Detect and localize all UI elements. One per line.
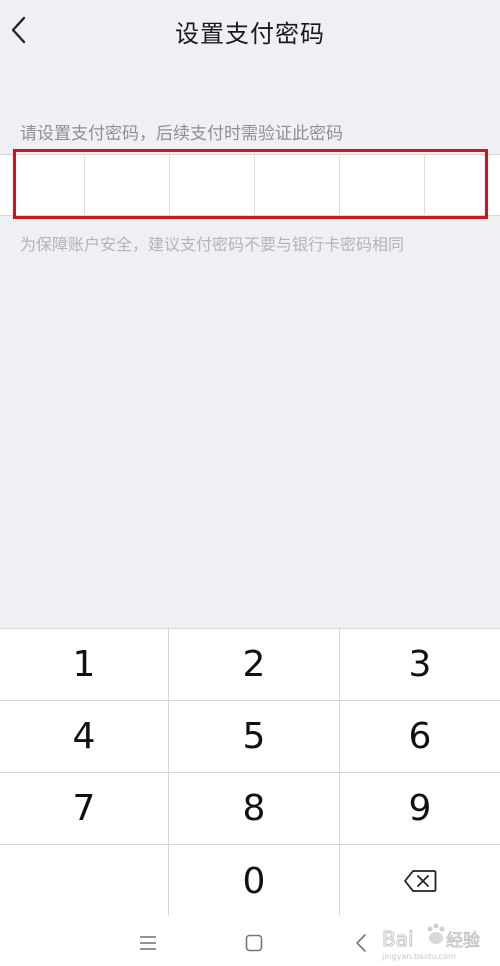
key-9[interactable]: 9	[340, 773, 500, 845]
svg-text:Bai: Bai	[382, 927, 414, 951]
numeric-keypad: 1 2 3 4 5 6 7 8 9 0	[0, 628, 500, 917]
pin-digit-box[interactable]	[0, 155, 85, 215]
baidu-jingyan-watermark: Bai 经验 jingyan.baidu.com	[381, 923, 480, 961]
security-hint: 为保障账户安全，建议支付密码不要与银行卡密码相同	[20, 235, 405, 254]
key-empty	[0, 845, 169, 917]
key-5[interactable]: 5	[169, 701, 340, 773]
key-3[interactable]: 3	[340, 629, 500, 701]
key-6[interactable]: 6	[340, 701, 500, 773]
pin-prompt: 请设置支付密码，后续支付时需验证此密码	[20, 124, 343, 144]
key-1[interactable]: 1	[0, 629, 169, 701]
home-button[interactable]	[241, 930, 267, 956]
key-2[interactable]: 2	[169, 629, 340, 701]
home-icon	[245, 934, 263, 952]
menu-icon	[140, 936, 156, 950]
back-icon	[356, 934, 366, 952]
top-bar: 设置支付密码	[0, 0, 500, 64]
page-title: 设置支付密码	[175, 20, 325, 48]
menu-button[interactable]	[135, 930, 161, 956]
svg-text:经验: 经验	[446, 931, 480, 951]
pin-digit-box[interactable]	[85, 155, 170, 215]
pin-input[interactable]	[0, 154, 500, 216]
system-back-button[interactable]	[348, 930, 374, 956]
key-7[interactable]: 7	[0, 773, 169, 845]
key-4[interactable]: 4	[0, 701, 169, 773]
key-8[interactable]: 8	[169, 773, 340, 845]
delete-key[interactable]	[340, 845, 500, 917]
pin-digit-box[interactable]	[170, 155, 255, 215]
svg-text:jingyan.baidu.com: jingyan.baidu.com	[381, 952, 456, 961]
key-0[interactable]: 0	[169, 845, 340, 917]
backspace-icon	[404, 870, 437, 892]
pin-digit-box[interactable]	[340, 155, 425, 215]
pin-digit-box[interactable]	[255, 155, 340, 215]
pin-digit-box[interactable]	[425, 155, 500, 215]
